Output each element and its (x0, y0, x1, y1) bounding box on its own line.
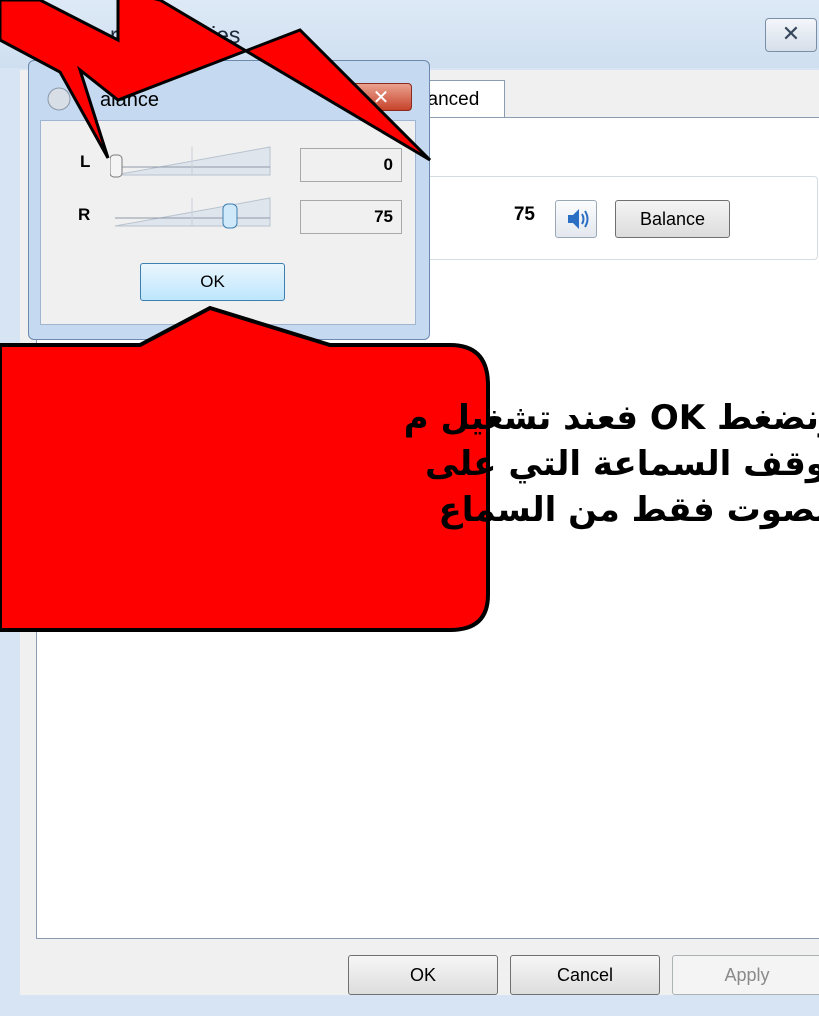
callout-line-1: ونضغط OK فعند تشغيل م (403, 398, 819, 438)
callout-text: ونضغط OK فعند تشغيل م توقف السماعة التي … (403, 395, 819, 533)
speech-bubble (0, 305, 490, 632)
callout-line-3: الصوت فقط من السماع (438, 490, 819, 530)
callout-line-2: توقف السماعة التي على (425, 444, 819, 484)
red-arrow (0, 0, 432, 162)
